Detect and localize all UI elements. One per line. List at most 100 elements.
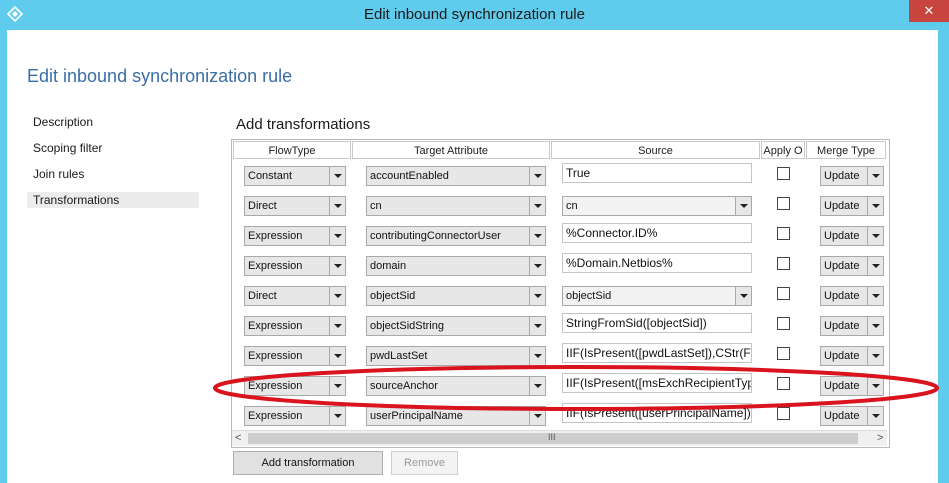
chevron-down-icon[interactable] [529, 167, 545, 185]
apply-once-checkbox[interactable] [777, 167, 790, 180]
source-field[interactable]: True [562, 163, 752, 183]
chevron-down-icon[interactable] [529, 227, 545, 245]
column-header-flowtype[interactable]: FlowType [233, 141, 351, 159]
apply-once-checkbox[interactable] [777, 347, 790, 360]
chevron-down-icon[interactable] [529, 347, 545, 365]
column-header-merge-type[interactable]: Merge Type [806, 141, 886, 159]
chevron-down-icon[interactable] [329, 167, 345, 185]
source-dropdown[interactable]: cn [562, 196, 752, 216]
chevron-down-icon[interactable] [867, 197, 883, 215]
apply-once-checkbox[interactable] [777, 257, 790, 270]
target-attribute-dropdown[interactable]: domain [366, 256, 546, 276]
merge-type-dropdown[interactable]: Update [820, 226, 884, 246]
source-field[interactable]: IIF(IsPresent([pwdLastSet]),CStr(For [562, 343, 752, 363]
table-row: Expression contributingConnectorUser %Conn… [232, 221, 887, 251]
merge-type-dropdown[interactable]: Update [820, 166, 884, 186]
merge-type-dropdown[interactable]: Update [820, 286, 884, 306]
chevron-down-icon[interactable] [735, 287, 751, 305]
target-attribute-dropdown[interactable]: accountEnabled [366, 166, 546, 186]
chevron-down-icon[interactable] [867, 227, 883, 245]
source-field[interactable]: %Connector.ID% [562, 223, 752, 243]
chevron-down-icon[interactable] [329, 317, 345, 335]
target-attribute-dropdown[interactable]: pwdLastSet [366, 346, 546, 366]
nav-item-join-rules[interactable]: Join rules [27, 166, 199, 182]
scroll-left-icon[interactable]: < [235, 432, 241, 444]
flowtype-dropdown[interactable]: Expression [244, 376, 346, 396]
flowtype-dropdown[interactable]: Expression [244, 316, 346, 336]
merge-type-dropdown[interactable]: Update [820, 316, 884, 336]
column-header-target-attribute[interactable]: Target Attribute [352, 141, 550, 159]
column-header-apply-once[interactable]: Apply O [761, 141, 805, 159]
source-dropdown[interactable]: objectSid [562, 286, 752, 306]
source-field-value: %Domain.Netbios% [566, 256, 673, 270]
chevron-down-icon[interactable] [867, 287, 883, 305]
merge-type-dropdown[interactable]: Update [820, 196, 884, 216]
nav-item-transformations[interactable]: Transformations [27, 192, 199, 208]
chevron-down-icon[interactable] [867, 167, 883, 185]
chevron-down-icon[interactable] [529, 257, 545, 275]
chevron-down-icon[interactable] [329, 377, 345, 395]
flowtype-dropdown[interactable]: Expression [244, 406, 346, 426]
chevron-down-icon[interactable] [329, 287, 345, 305]
merge-type-dropdown[interactable]: Update [820, 406, 884, 426]
target-attribute-dropdown[interactable]: sourceAnchor [366, 376, 546, 396]
chevron-down-icon[interactable] [735, 197, 751, 215]
remove-button[interactable]: Remove [391, 451, 458, 475]
chevron-down-icon[interactable] [529, 377, 545, 395]
source-field[interactable]: %Domain.Netbios% [562, 253, 752, 273]
target-attribute-dropdown[interactable]: contributingConnectorUser [366, 226, 546, 246]
flowtype-dropdown[interactable]: Direct [244, 196, 346, 216]
chevron-down-icon[interactable] [329, 407, 345, 425]
flowtype-dropdown[interactable]: Expression [244, 226, 346, 246]
horizontal-scrollbar[interactable]: < III > [232, 430, 887, 446]
window-title: Edit inbound synchronization rule [364, 6, 585, 23]
table-row: Expression objectSidString StringFromSid([… [232, 311, 887, 341]
chevron-down-icon[interactable] [529, 317, 545, 335]
chevron-down-icon[interactable] [529, 197, 545, 215]
chevron-down-icon[interactable] [867, 377, 883, 395]
apply-once-checkbox[interactable] [777, 287, 790, 300]
chevron-down-icon[interactable] [329, 347, 345, 365]
source-field[interactable]: StringFromSid([objectSid]) [562, 313, 752, 333]
chevron-down-icon[interactable] [529, 407, 545, 425]
chevron-down-icon[interactable] [329, 257, 345, 275]
source-field[interactable]: IIF(IsPresent([userPrincipalName]),[u [562, 403, 752, 423]
flowtype-dropdown[interactable]: Constant [244, 166, 346, 186]
chevron-down-icon[interactable] [867, 407, 883, 425]
target-attribute-dropdown[interactable]: objectSid [366, 286, 546, 306]
target-attribute-dropdown[interactable]: userPrincipalName [366, 406, 546, 426]
target-attribute-dropdown[interactable]: objectSidString [366, 316, 546, 336]
target-attribute-dropdown-value: objectSid [370, 290, 416, 302]
target-attribute-dropdown[interactable]: cn [366, 196, 546, 216]
scroll-right-icon[interactable]: > [877, 432, 883, 444]
chevron-down-icon[interactable] [329, 197, 345, 215]
apply-once-checkbox[interactable] [777, 227, 790, 240]
target-attribute-dropdown-value: contributingConnectorUser [370, 230, 501, 242]
apply-once-checkbox[interactable] [777, 197, 790, 210]
column-header-source[interactable]: Source [551, 141, 760, 159]
source-field-value: IIF(IsPresent([userPrincipalName]),[u [566, 406, 752, 420]
scroll-grip-icon: III [548, 432, 556, 442]
nav-item-scoping-filter[interactable]: Scoping filter [27, 140, 199, 156]
add-transformation-button[interactable]: Add transformation [233, 451, 383, 475]
scroll-thumb[interactable]: III [248, 432, 858, 444]
chevron-down-icon[interactable] [867, 257, 883, 275]
source-field[interactable]: IIF(IsPresent([msExchRecipientType [562, 373, 752, 393]
flowtype-dropdown[interactable]: Expression [244, 346, 346, 366]
chevron-down-icon[interactable] [329, 227, 345, 245]
table-row: Expression domain %Domain.Netbios% Update [232, 251, 887, 281]
close-button[interactable]: ✕ [909, 0, 949, 22]
merge-type-dropdown-value: Update [824, 290, 860, 302]
merge-type-dropdown[interactable]: Update [820, 346, 884, 366]
nav-item-description[interactable]: Description [27, 114, 199, 130]
apply-once-checkbox[interactable] [777, 377, 790, 390]
apply-once-checkbox[interactable] [777, 407, 790, 420]
chevron-down-icon[interactable] [529, 287, 545, 305]
flowtype-dropdown[interactable]: Direct [244, 286, 346, 306]
apply-once-checkbox[interactable] [777, 317, 790, 330]
chevron-down-icon[interactable] [867, 347, 883, 365]
chevron-down-icon[interactable] [867, 317, 883, 335]
merge-type-dropdown[interactable]: Update [820, 256, 884, 276]
flowtype-dropdown[interactable]: Expression [244, 256, 346, 276]
merge-type-dropdown[interactable]: Update [820, 376, 884, 396]
